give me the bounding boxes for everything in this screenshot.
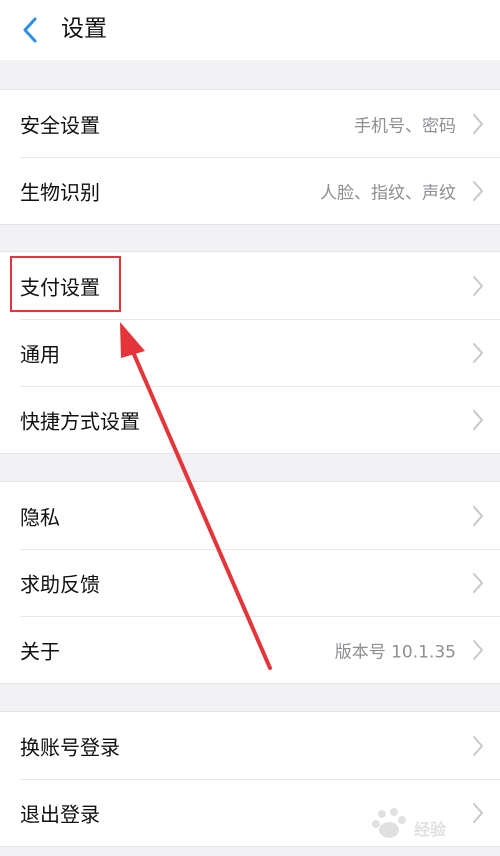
row-security-settings[interactable]: 安全设置 手机号、密码 (0, 90, 500, 157)
chevron-right-icon (473, 802, 483, 823)
chevron-right-icon (473, 180, 483, 201)
settings-group-info: 隐私 求助反馈 关于 版本号 10.1.35 (0, 481, 500, 684)
row-logout[interactable]: 退出登录 (0, 779, 500, 846)
row-label: 支付设置 (20, 275, 100, 299)
row-label: 换账号登录 (20, 735, 120, 759)
row-label: 安全设置 (20, 113, 100, 137)
row-label: 通用 (20, 342, 60, 366)
row-label: 关于 (20, 639, 60, 663)
row-label: 生物识别 (20, 180, 100, 204)
row-biometrics[interactable]: 生物识别 人脸、指纹、声纹 (0, 157, 500, 224)
settings-group-payment: 支付设置 通用 快捷方式设置 (0, 251, 500, 454)
chevron-right-icon (473, 572, 483, 593)
settings-group-account: 安全设置 手机号、密码 生物识别 人脸、指纹、声纹 (0, 89, 500, 225)
chevron-right-icon (473, 735, 483, 756)
settings-group-session: 换账号登录 退出登录 (0, 711, 500, 847)
row-label: 求助反馈 (20, 572, 100, 596)
page-title: 设置 (61, 16, 107, 42)
chevron-right-icon (473, 505, 483, 526)
back-button[interactable] (12, 12, 48, 48)
chevron-left-icon (23, 17, 37, 43)
row-label: 快捷方式设置 (20, 409, 140, 433)
chevron-right-icon (473, 409, 483, 430)
chevron-right-icon (473, 113, 483, 134)
row-value: 手机号、密码 (354, 116, 456, 136)
chevron-right-icon (473, 275, 483, 296)
row-value: 人脸、指纹、声纹 (320, 183, 456, 203)
row-label: 隐私 (20, 505, 60, 529)
chevron-right-icon (473, 639, 483, 660)
version-value: 版本号 10.1.35 (334, 642, 456, 662)
row-privacy[interactable]: 隐私 (0, 482, 500, 549)
row-help-feedback[interactable]: 求助反馈 (0, 549, 500, 616)
chevron-right-icon (473, 342, 483, 363)
row-general[interactable]: 通用 (0, 319, 500, 386)
row-switch-account[interactable]: 换账号登录 (0, 712, 500, 779)
header-bar: 设置 (0, 0, 500, 60)
row-shortcut-settings[interactable]: 快捷方式设置 (0, 386, 500, 453)
row-about[interactable]: 关于 版本号 10.1.35 (0, 616, 500, 683)
row-payment-settings[interactable]: 支付设置 (0, 252, 500, 319)
row-label: 退出登录 (20, 802, 100, 826)
